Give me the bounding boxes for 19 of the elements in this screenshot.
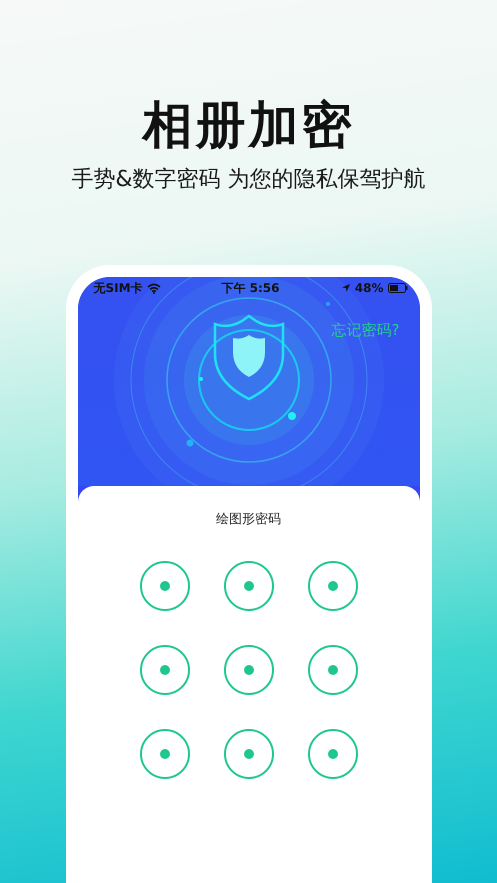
forgot-password-link[interactable]: 忘记密码? (332, 321, 400, 340)
battery-icon (388, 283, 408, 293)
pattern-node[interactable] (224, 561, 274, 611)
pattern-node[interactable] (308, 645, 358, 695)
battery-percent: 48% (354, 281, 384, 295)
location-arrow-icon (340, 283, 351, 293)
headline: 相册加密 (142, 95, 354, 155)
carrier-label: 无SIM卡 (94, 280, 143, 296)
pattern-node[interactable] (308, 561, 358, 611)
pattern-node[interactable] (140, 645, 190, 695)
subtitle: 手势&数字密码 为您的隐私保驾护航 (71, 166, 426, 194)
wifi-icon (146, 282, 161, 294)
pattern-label: 绘图形密码 (216, 512, 281, 528)
pattern-node[interactable] (224, 645, 274, 695)
pattern-node[interactable] (308, 729, 358, 779)
pattern-node[interactable] (224, 729, 274, 779)
status-time: 下午 5:56 (221, 280, 280, 296)
pattern-node[interactable] (140, 729, 190, 779)
pattern-node[interactable] (140, 561, 190, 611)
